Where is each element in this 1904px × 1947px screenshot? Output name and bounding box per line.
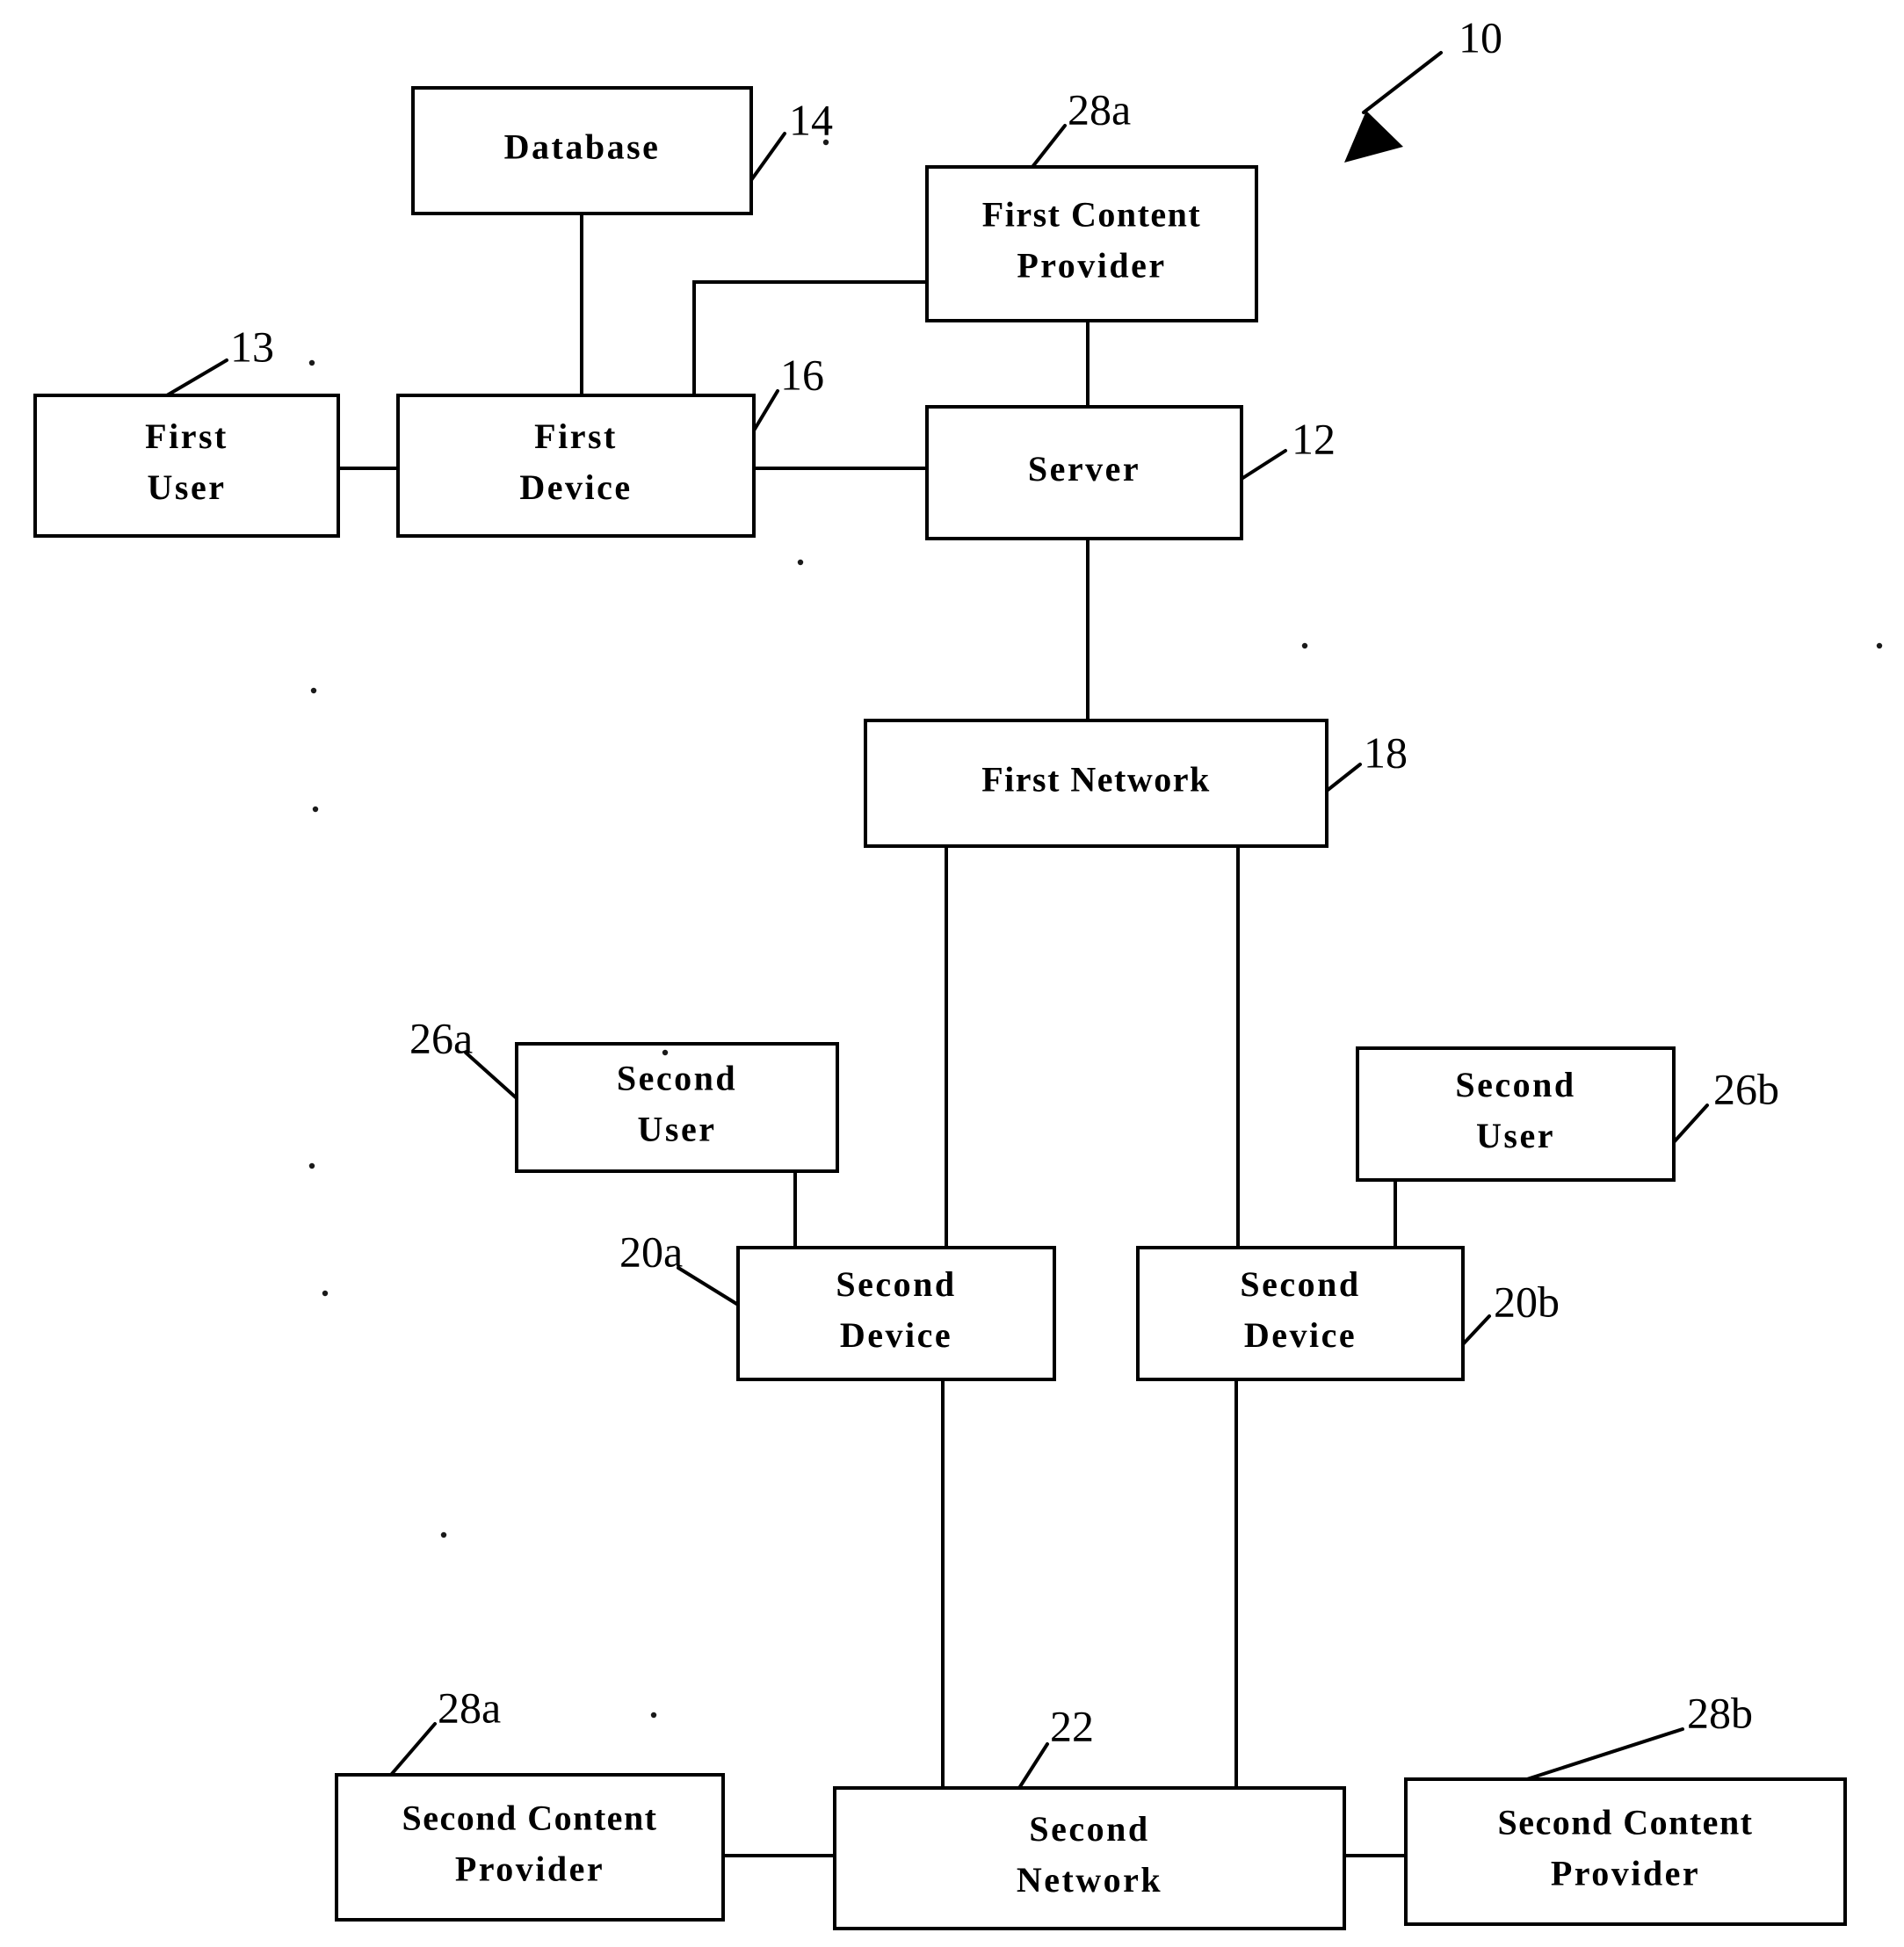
scan-speck-2 (797, 559, 804, 566)
reference-numeral-ref-28a-top: 28a (1068, 84, 1131, 134)
reference-numeral-ref-12: 12 (1292, 414, 1336, 463)
scan-speck-9 (662, 1049, 669, 1056)
node-second-user-b: Second User (1356, 1046, 1676, 1182)
leader-22 (1017, 1742, 1049, 1790)
patent-figure-page: Database First Content Provider First User Fi… (0, 0, 1904, 1947)
node-label-second-network: Network (1017, 1860, 1162, 1900)
node-box-second-content-provider-b (1404, 1777, 1847, 1926)
node-first-device: First Device (396, 394, 756, 538)
reference-numeral-ref-14: 14 (789, 95, 833, 144)
node-label-second-user-a: User (638, 1110, 717, 1149)
scan-speck-11 (650, 1712, 657, 1719)
node-label-database: Database (504, 127, 661, 167)
node-first-network: First Network (864, 719, 1328, 848)
reference-numeral-ref-26b: 26b (1713, 1064, 1779, 1113)
node-label-second-device-b: Second (1240, 1264, 1360, 1304)
leader-20b (1461, 1314, 1491, 1346)
diagram-nodes-group: DatabaseFirst ContentProviderFirstUserFi… (33, 86, 1847, 1930)
arrowhead-icon (1344, 111, 1403, 163)
node-second-device-b: Second Device (1136, 1246, 1465, 1381)
node-first-content-provider: First Content Provider (925, 165, 1258, 322)
leader-18 (1325, 763, 1362, 793)
scan-speck-0 (308, 359, 315, 366)
scan-speck-4 (1876, 642, 1883, 649)
node-label-second-content-provider-a: Second Content (402, 1799, 657, 1838)
node-label-first-content-provider: Provider (1017, 246, 1166, 286)
node-label-second-user-a: Second (617, 1059, 737, 1098)
scan-speck-7 (440, 1531, 447, 1538)
leader-14 (749, 132, 786, 182)
leader-28b (1525, 1727, 1684, 1781)
leader-16 (752, 389, 779, 432)
reference-numeral-ref-20a: 20a (619, 1227, 683, 1276)
network-architecture-diagram: DatabaseFirst ContentProviderFirstUserFi… (33, 12, 1883, 1930)
reference-numeral-ref-10: 10 (1459, 12, 1502, 62)
scan-speck-5 (312, 806, 319, 813)
node-label-second-device-a: Second (836, 1264, 956, 1304)
leader-26a (464, 1051, 518, 1100)
node-label-second-content-provider-b: Provider (1551, 1854, 1700, 1893)
node-second-device-a: Second Device (736, 1246, 1056, 1381)
reference-numeral-ref-20b: 20b (1494, 1277, 1560, 1326)
scan-speck-1 (310, 687, 317, 694)
node-label-server: Server (1028, 449, 1140, 489)
node-label-first-content-provider: First Content (982, 195, 1201, 235)
node-label-second-user-b: User (1476, 1116, 1555, 1155)
scan-speck-6 (308, 1162, 315, 1169)
node-label-second-content-provider-a: Provider (455, 1849, 605, 1889)
node-database: Database (411, 86, 753, 215)
leader-26b (1672, 1104, 1709, 1144)
node-second-content-provider-b: Second Content Provider (1404, 1777, 1847, 1926)
reference-numeral-ref-22: 22 (1050, 1701, 1094, 1750)
node-server: Server (925, 405, 1243, 540)
node-label-second-content-provider-b: Second Content (1497, 1803, 1753, 1842)
node-box-second-content-provider-a (335, 1773, 725, 1922)
node-label-first-user: First (145, 416, 228, 456)
scan-artifacts-group (308, 139, 1883, 1719)
node-label-first-device: First (534, 416, 618, 456)
reference-numeral-ref-13: 13 (230, 322, 274, 371)
node-label-second-device-a: Device (840, 1315, 952, 1355)
leader-12 (1240, 449, 1287, 481)
node-label-second-user-b: Second (1455, 1065, 1575, 1104)
node-label-second-device-b: Device (1244, 1315, 1357, 1355)
leader-10 (1362, 51, 1443, 114)
figure-pointer-arrow-group (1344, 111, 1403, 163)
reference-numeral-ref-26a: 26a (409, 1013, 473, 1062)
node-label-first-user: User (148, 467, 227, 507)
node-box-first-content-provider (925, 165, 1258, 322)
reference-numeral-ref-28b: 28b (1687, 1688, 1753, 1737)
leader-20a (677, 1266, 740, 1306)
reference-numeral-ref-18: 18 (1364, 727, 1408, 777)
leader-28a-top (1031, 124, 1067, 169)
scan-speck-10 (822, 139, 829, 146)
node-label-second-network: Second (1029, 1809, 1149, 1849)
node-label-first-network: First Network (981, 760, 1211, 800)
scan-speck-8 (322, 1290, 329, 1297)
scan-speck-3 (1301, 642, 1308, 649)
reference-numeral-ref-16: 16 (780, 350, 824, 399)
reference-numeral-ref-28a-bottom: 28a (438, 1683, 501, 1732)
node-second-user-a: Second User (515, 1042, 839, 1173)
node-label-first-device: Device (519, 467, 632, 507)
leader-13 (165, 358, 228, 397)
leader-28a-bottom (389, 1722, 437, 1777)
node-second-network: Second Network (833, 1786, 1346, 1930)
node-first-user: First User (33, 394, 340, 538)
node-second-content-provider-a: Second Content Provider (335, 1773, 725, 1922)
